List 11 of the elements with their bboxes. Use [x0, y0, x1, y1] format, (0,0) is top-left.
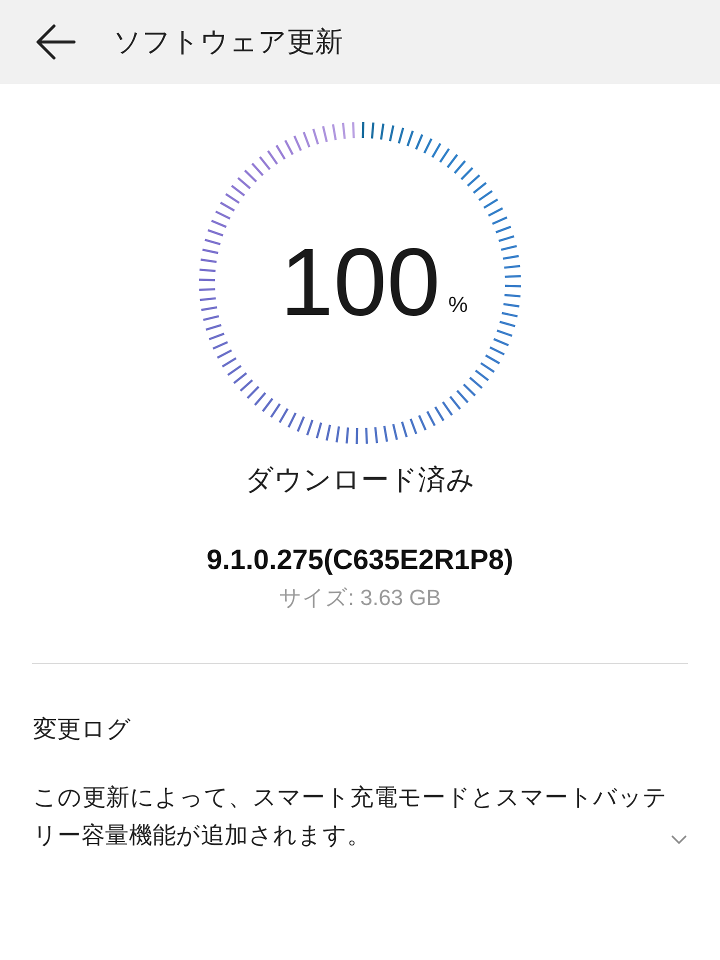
update-size: サイズ: 3.63 GB — [279, 584, 441, 612]
percent-sign: % — [448, 294, 468, 316]
expand-button[interactable] — [671, 834, 687, 844]
progress-percentage: 100 — [280, 235, 440, 331]
version-number: 9.1.0.275(C635E2R1P8) — [206, 543, 514, 577]
changelog-heading: 変更ログ — [33, 715, 131, 745]
download-status: ダウンロード済み — [245, 463, 475, 497]
changelog-text: この更新によって、スマート充電モードとスマートバッテリー容量機能が追加されます。 — [33, 783, 668, 850]
chevron-down-icon — [671, 834, 687, 844]
page-title: ソフトウェア更新 — [113, 25, 343, 59]
back-arrow-icon — [36, 24, 76, 60]
